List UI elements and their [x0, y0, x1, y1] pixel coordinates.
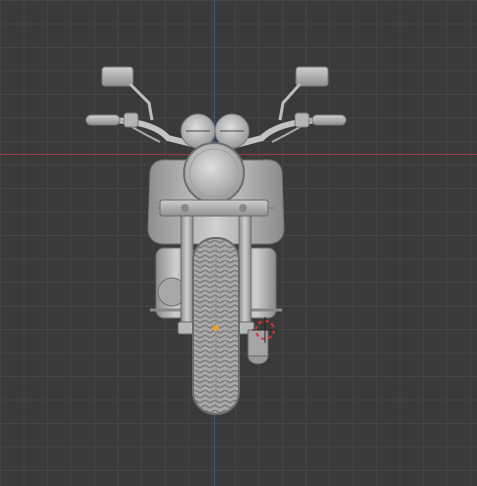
fork-bracket: [159, 199, 269, 217]
motorcycle-model[interactable]: [0, 0, 477, 486]
right-mirror: [278, 66, 329, 121]
object-origin-dot[interactable]: [213, 325, 219, 331]
3d-viewport[interactable]: [0, 0, 477, 486]
left-mirror: [101, 66, 154, 121]
headlight: [183, 142, 245, 204]
